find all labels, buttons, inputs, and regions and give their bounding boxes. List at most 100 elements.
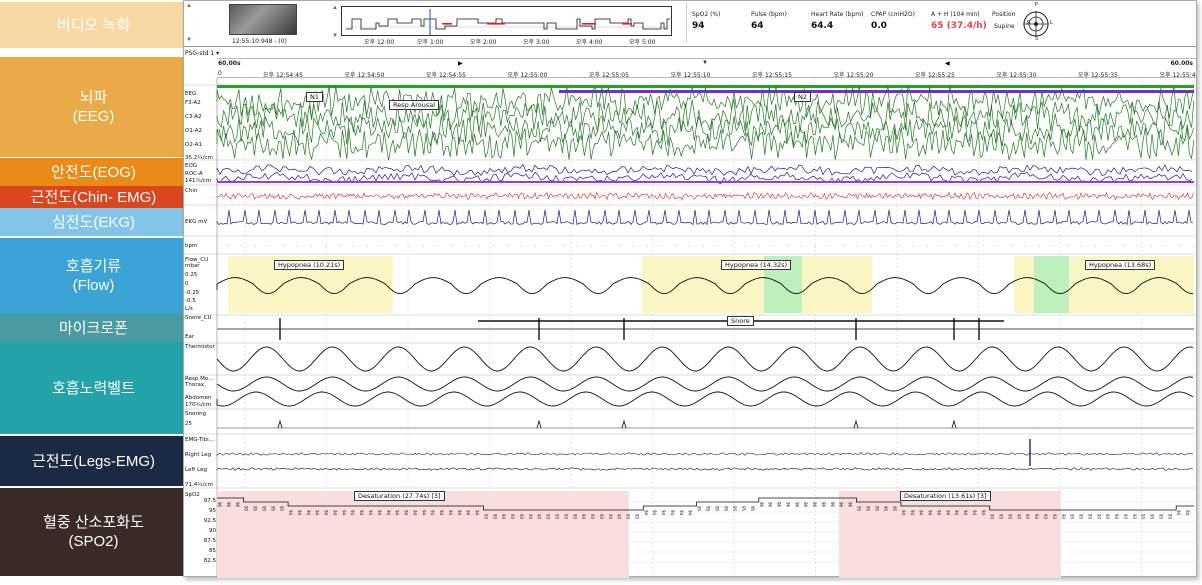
spo2-value: 93 xyxy=(608,514,613,520)
video-thumbnail[interactable] xyxy=(229,4,297,35)
channel-label: Thorax xyxy=(185,382,205,388)
annotation-snore[interactable]: Snore xyxy=(727,316,754,326)
spo2-value: 93 xyxy=(590,514,595,520)
spo2-value: 94 xyxy=(972,510,977,516)
channel-label: EKG mV xyxy=(185,219,208,225)
channel-label: 170¾/cm xyxy=(185,402,212,408)
annotation-desaturation[interactable]: Desaturation (27.74s) [3] xyxy=(354,491,445,501)
bpm-marker: · xyxy=(283,243,285,249)
spo2-value: 95 xyxy=(714,506,719,512)
vital-value: 64 xyxy=(751,21,764,31)
bpm-marker: · xyxy=(661,243,663,249)
marker-arrow-down-icon[interactable]: ▼ xyxy=(702,60,708,66)
bpm-marker: · xyxy=(717,243,719,249)
left-leg-trace xyxy=(216,467,1194,471)
annotation-desaturation[interactable]: Desaturation (13.61s) [3] xyxy=(900,491,991,501)
channel-label: Chin xyxy=(185,188,198,194)
bpm-marker: · xyxy=(773,243,775,249)
spo2-value: 93 xyxy=(537,514,542,520)
spo2-value: 93 xyxy=(546,514,551,520)
thorax-trace xyxy=(216,376,1194,392)
spo2-value: 94 xyxy=(377,510,382,516)
bpm-marker: · xyxy=(997,243,999,249)
spo2-axis-tick: 97.5 xyxy=(203,498,216,504)
spo2-value: 93 xyxy=(599,514,604,520)
overview-scroll-arrow-down[interactable]: ▼ xyxy=(332,33,338,39)
annotation-resp-arousal[interactable]: Resp Arousal xyxy=(389,100,440,110)
spo2-value: 95 xyxy=(244,506,249,512)
channel-label: -0.5 xyxy=(185,298,196,304)
bpm-marker: · xyxy=(843,243,845,249)
spo2-value: 94 xyxy=(928,510,933,516)
desaturation-shade-1 xyxy=(217,491,629,578)
spo2-value: 95 xyxy=(883,506,888,512)
epoch-length-left[interactable]: 60.00s xyxy=(218,60,241,67)
bpm-marker: · xyxy=(1109,243,1111,249)
header-scroll-arrow-down[interactable]: ▼ xyxy=(186,37,192,43)
spo2-value: 94 xyxy=(457,510,462,516)
montage-label: PSG-std 1 xyxy=(185,50,215,57)
channel-label: O1-A2 xyxy=(185,128,202,134)
channel-label: Thermistor xyxy=(185,344,215,350)
spo2-value: 94 xyxy=(475,510,480,516)
overview-hypnogram[interactable] xyxy=(341,6,672,36)
spo2-value: 94 xyxy=(395,510,400,516)
annotation-hypopnea[interactable]: Hypopnea (14.32s) xyxy=(721,260,792,270)
channel-label: mbar xyxy=(185,263,200,269)
spo2-value: 94 xyxy=(919,510,924,516)
bpm-marker: · xyxy=(535,243,537,249)
annotation-n2[interactable]: N2 xyxy=(794,92,811,102)
spo2-value: 93 xyxy=(1070,514,1075,520)
bpm-marker: · xyxy=(479,243,481,249)
overview-scroll-arrow-up[interactable]: ▲ xyxy=(332,5,338,11)
header-scroll-arrow-up[interactable]: ▲ xyxy=(186,3,192,9)
annotation-hypopnea[interactable]: Hypopnea (10.21s) xyxy=(274,260,345,270)
spo2-value: 93 xyxy=(1087,514,1092,520)
bpm-marker: · xyxy=(577,243,579,249)
epoch-length-right[interactable]: 60.00s xyxy=(1170,60,1193,67)
channel-label: Snore_CU xyxy=(185,315,212,321)
spo2-value: 93 xyxy=(1079,514,1084,520)
marker-arrow-right-icon[interactable]: ▶ xyxy=(458,60,463,67)
sleep-stage-bar-n2 xyxy=(559,90,1194,93)
bpm-marker: · xyxy=(591,243,593,249)
bpm-marker: · xyxy=(1039,243,1041,249)
ekg-trace xyxy=(216,209,1194,226)
bpm-marker: · xyxy=(633,243,635,249)
channel-label: Ear xyxy=(185,334,195,340)
spo2-value: 94 xyxy=(679,510,684,516)
annotation-hypopnea[interactable]: Hypopnea (13.68s) xyxy=(1085,260,1156,270)
bpm-marker: · xyxy=(227,243,229,249)
vital-value: 0.0 xyxy=(871,21,887,31)
marker-arrow-left-icon[interactable]: ◀ xyxy=(945,60,950,67)
spo2-value: 94 xyxy=(368,510,373,516)
spo2-value: 96 xyxy=(759,502,764,508)
label-chin-emg: 근전도(Chin- EMG) xyxy=(0,186,187,208)
spo2-value: 93 xyxy=(581,514,586,520)
spo2-value: 95 xyxy=(741,506,746,512)
annotation-n1[interactable]: N1 xyxy=(306,92,323,102)
spo2-value: 93 xyxy=(1159,514,1164,520)
chin-emg-trace xyxy=(216,191,1194,201)
snoring-peak xyxy=(277,419,283,429)
vital-value: 94 xyxy=(692,21,705,31)
montage-select[interactable]: PSG-std 1 ▾ xyxy=(185,49,225,58)
bpm-marker: · xyxy=(815,243,817,249)
channel-label: -0.25 xyxy=(185,290,200,296)
bpm-marker: · xyxy=(675,243,677,249)
spo2-value: 93 xyxy=(1141,514,1146,520)
spo2-value: 94 xyxy=(386,510,391,516)
spo2-value: 94 xyxy=(288,510,293,516)
channel-label: 71.4¾/cm xyxy=(185,482,213,488)
spo2-value: 95 xyxy=(750,506,755,512)
spo2-value: 93 xyxy=(1052,514,1057,520)
spo2-value: 96 xyxy=(768,502,773,508)
eeg-trace xyxy=(216,127,1195,161)
spo2-value: 95 xyxy=(892,506,897,512)
spo2-value: 94 xyxy=(297,510,302,516)
bpm-marker: · xyxy=(647,243,649,249)
video-timestamp: 12:55:10:948 - (0) xyxy=(232,38,287,45)
eog-annotation-bar xyxy=(217,181,1194,183)
signal-display[interactable]: · · · · · · · · · · · · · · · · · · · · · · · · · · · · · · · · · · · · · · · ·… xyxy=(184,78,1196,578)
spo2-value: 93 xyxy=(990,514,995,520)
